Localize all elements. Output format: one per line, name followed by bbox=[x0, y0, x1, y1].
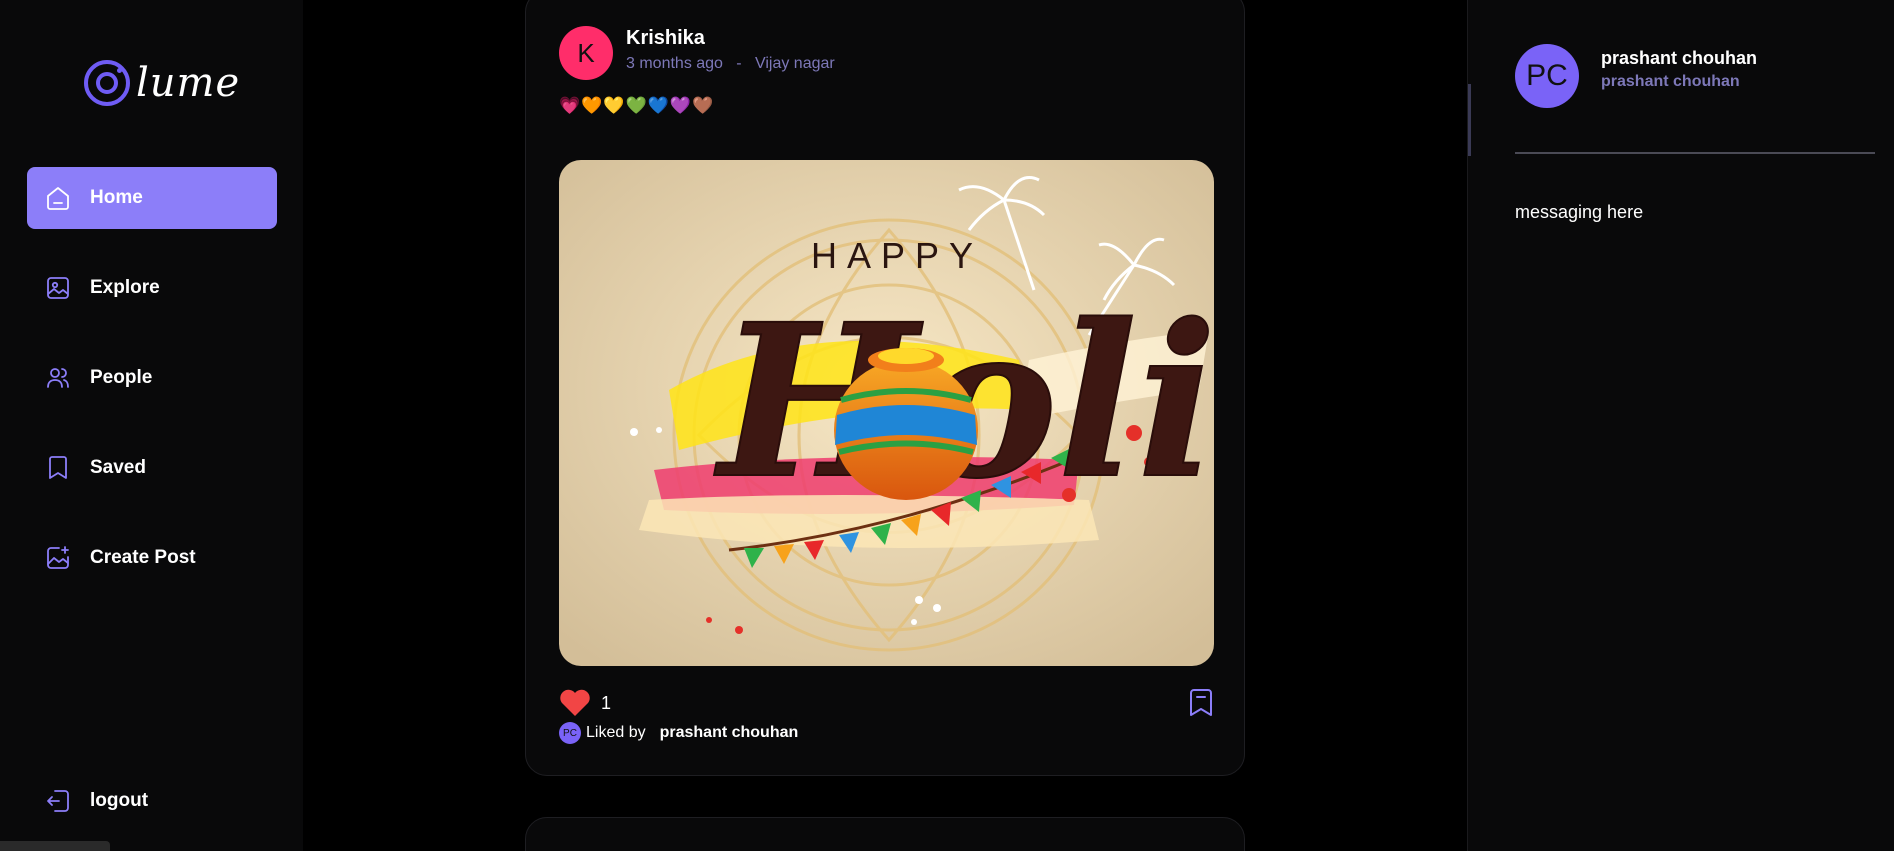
nav-label-explore: Explore bbox=[90, 277, 160, 298]
nav-item-saved[interactable]: Saved bbox=[27, 437, 277, 499]
bookmark-save-icon[interactable] bbox=[1188, 689, 1214, 717]
divider bbox=[1515, 152, 1875, 154]
home-icon bbox=[45, 185, 71, 211]
liked-by-row: PC Liked by prashant chouhan bbox=[559, 722, 798, 744]
nav-label-people: People bbox=[90, 367, 153, 388]
gallery-icon bbox=[45, 275, 71, 301]
main-nav: Home Explore People Saved Create Post bbox=[27, 167, 277, 617]
post-time: 3 months ago bbox=[626, 55, 723, 72]
post-meta: 3 months ago - Vijay nagar bbox=[626, 55, 835, 73]
nav-label-saved: Saved bbox=[90, 457, 146, 478]
post-location: Vijay nagar bbox=[754, 55, 835, 72]
holi-illustration: HAPPY Holi bbox=[559, 160, 1214, 666]
people-icon bbox=[45, 365, 71, 391]
right-panel: PC prashant chouhan prashant chouhan mes… bbox=[1467, 0, 1894, 851]
post-caption: 💗🧡💛💚💙💜🤎 bbox=[559, 96, 715, 115]
post-card: K Krishika 3 months ago - Vijay nagar 💗🧡… bbox=[525, 0, 1245, 776]
nav-item-people[interactable]: People bbox=[27, 347, 277, 409]
profile-name[interactable]: prashant chouhan bbox=[1601, 48, 1757, 69]
post-image[interactable]: HAPPY Holi bbox=[559, 160, 1214, 666]
post-author[interactable]: Krishika bbox=[626, 27, 705, 50]
left-sidebar: lume Home Explore People Saved Create Po… bbox=[0, 0, 303, 851]
logo[interactable]: lume bbox=[84, 60, 240, 106]
logo-text: lume bbox=[136, 60, 241, 106]
nav-label-home: Home bbox=[90, 187, 143, 208]
scrollbar-thumb[interactable] bbox=[1468, 84, 1471, 156]
liked-by-avatar: PC bbox=[559, 722, 581, 744]
profile-username: prashant chouhan bbox=[1601, 73, 1740, 90]
app-root: lume Home Explore People Saved Create Po… bbox=[0, 0, 1894, 851]
logout-label: logout bbox=[90, 790, 149, 811]
nav-item-explore[interactable]: Explore bbox=[27, 257, 277, 319]
like-count: 1 bbox=[601, 693, 612, 713]
status-tooltip bbox=[0, 841, 110, 851]
nav-item-home[interactable]: Home bbox=[27, 167, 277, 229]
logout-icon bbox=[45, 788, 71, 814]
profile-avatar[interactable]: PC bbox=[1515, 44, 1579, 108]
nav-label-create-post: Create Post bbox=[90, 547, 196, 568]
liked-by-name[interactable]: prashant chouhan bbox=[660, 724, 799, 742]
heart-icon[interactable] bbox=[559, 689, 591, 717]
messaging-placeholder: messaging here bbox=[1515, 202, 1644, 222]
next-post-card bbox=[525, 817, 1245, 851]
post-actions: 1 PC Liked by prashant chouhan bbox=[559, 689, 1214, 744]
logout-button[interactable]: logout bbox=[45, 788, 148, 814]
author-avatar[interactable]: K bbox=[559, 26, 613, 80]
liked-by-label: Liked by bbox=[586, 724, 646, 741]
happy-text: HAPPY bbox=[811, 235, 983, 276]
lume-logo-icon bbox=[84, 60, 130, 106]
bookmark-icon bbox=[45, 455, 71, 481]
image-add-icon bbox=[45, 545, 71, 571]
nav-item-create-post[interactable]: Create Post bbox=[27, 527, 277, 589]
